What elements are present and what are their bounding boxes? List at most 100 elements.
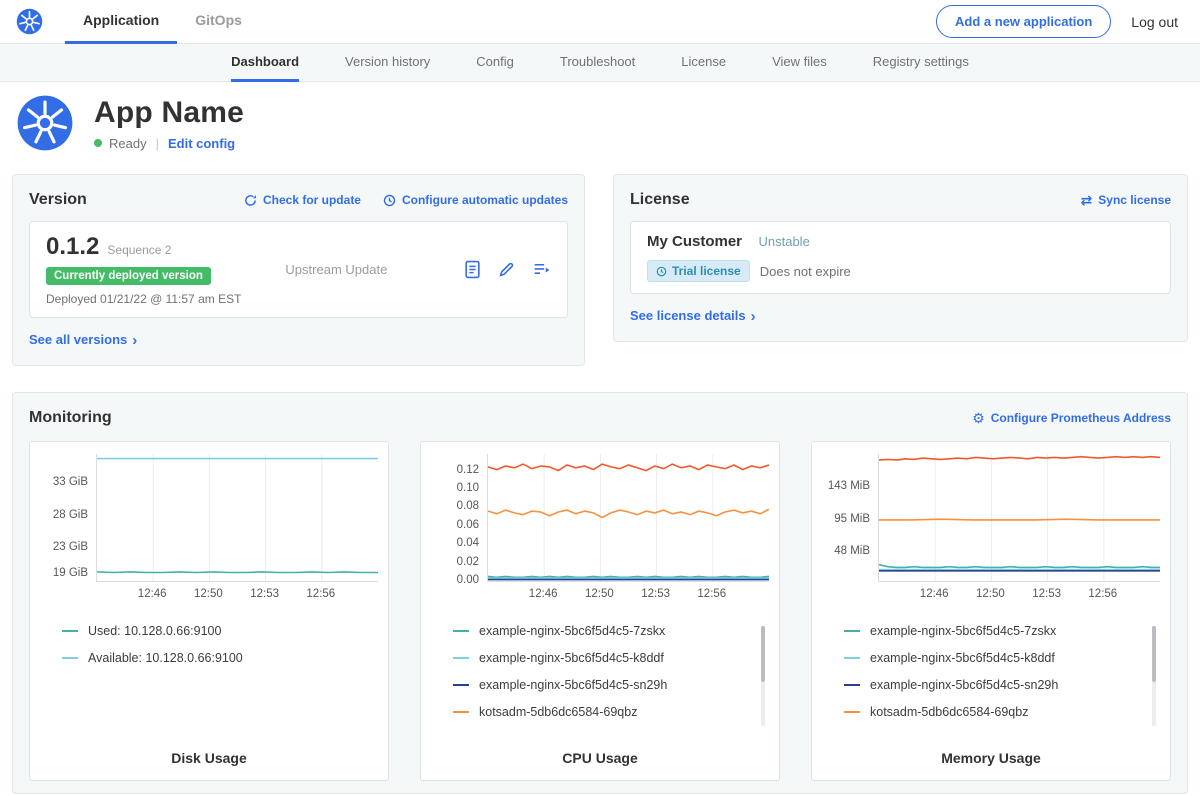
sync-license-label: Sync license bbox=[1098, 193, 1171, 207]
x-tick-label: 12:56 bbox=[1085, 588, 1121, 600]
clock-icon bbox=[656, 266, 667, 277]
status-dot bbox=[94, 139, 102, 147]
x-tick-label: 12:50 bbox=[190, 588, 226, 600]
legend-item-kotsadm-5db6dc6584-69qbz: kotsadm-5db6dc6584-69qbz bbox=[844, 705, 1144, 719]
x-tick-label: 12:50 bbox=[972, 588, 1008, 600]
x-tick-label: 12:53 bbox=[247, 588, 283, 600]
edit-config-icon[interactable] bbox=[497, 260, 516, 279]
schedule-clock-icon bbox=[383, 194, 396, 207]
y-tick-label: 23 GiB bbox=[53, 541, 88, 553]
gear-icon: ⚙ bbox=[972, 411, 985, 425]
legend-item-used-10-128-0-66-9100: Used: 10.128.0.66:9100 bbox=[62, 624, 362, 638]
view-diff-icon[interactable] bbox=[532, 261, 551, 278]
legend-label: example-nginx-5bc6f5d4c5-7zskx bbox=[870, 624, 1056, 638]
x-axis: 12:4612:5012:5312:56 bbox=[96, 588, 378, 608]
plot-area bbox=[487, 454, 769, 582]
legend-label: Available: 10.128.0.66:9100 bbox=[88, 651, 243, 665]
refresh-icon bbox=[244, 194, 257, 207]
y-tick-label: 143 MiB bbox=[828, 480, 870, 492]
topbar-tabs: ApplicationGitOps bbox=[65, 0, 260, 44]
configure-prometheus-label: Configure Prometheus Address bbox=[991, 411, 1171, 425]
series-line-unlabeled bbox=[879, 457, 1160, 460]
edit-config-link[interactable]: Edit config bbox=[168, 136, 235, 151]
charts-row: 33 GiB28 GiB23 GiB19 GiB12:4612:5012:531… bbox=[29, 441, 1171, 781]
legend-label: Used: 10.128.0.66:9100 bbox=[88, 624, 221, 638]
legend-scrollbar[interactable] bbox=[1152, 626, 1156, 682]
configure-prometheus-link[interactable]: ⚙ Configure Prometheus Address bbox=[972, 411, 1171, 425]
tab-troubleshoot[interactable]: Troubleshoot bbox=[560, 44, 635, 82]
check-for-update-link[interactable]: Check for update bbox=[244, 193, 361, 207]
series-line-unlabeled bbox=[488, 464, 769, 471]
topbar-tab-application[interactable]: Application bbox=[65, 0, 177, 44]
customer-name: My Customer bbox=[647, 233, 742, 250]
chevron-right-icon: › bbox=[751, 308, 756, 325]
upstream-update-label: Upstream Update bbox=[241, 262, 464, 277]
legend-swatch bbox=[62, 630, 78, 632]
kubernetes-logo-icon bbox=[16, 8, 43, 35]
x-tick-label: 12:53 bbox=[1029, 588, 1065, 600]
license-type-badge: Trial license bbox=[647, 260, 750, 282]
chart-card-memory-usage: 143 MiB95 MiB48 MiB12:4612:5012:5312:56e… bbox=[811, 441, 1171, 781]
y-tick-label: 0.02 bbox=[457, 556, 479, 568]
legend-item-example-nginx-5bc6f5d4c5-k8ddf: example-nginx-5bc6f5d4c5-k8ddf bbox=[453, 651, 753, 665]
subnav: Dashboard Version history Config Troublesho… bbox=[0, 44, 1200, 82]
release-notes-icon[interactable] bbox=[464, 260, 481, 279]
main-content: Version Check for update Configure autom… bbox=[0, 168, 1200, 794]
add-application-button[interactable]: Add a new application bbox=[936, 5, 1111, 38]
monitoring-panel: Monitoring ⚙ Configure Prometheus Addres… bbox=[12, 392, 1188, 794]
app-icon bbox=[16, 94, 74, 152]
version-number: 0.1.2 bbox=[46, 233, 99, 260]
configure-automatic-updates-label: Configure automatic updates bbox=[402, 193, 568, 207]
see-license-details-link[interactable]: See license details › bbox=[630, 307, 756, 324]
see-all-versions-label: See all versions bbox=[29, 332, 127, 347]
y-axis: 33 GiB28 GiB23 GiB19 GiB bbox=[40, 454, 96, 582]
series-line-example-nginx-5bc6f5d4c5-7zskx bbox=[879, 565, 1160, 568]
legend-label: example-nginx-5bc6f5d4c5-sn29h bbox=[479, 678, 667, 692]
y-tick-label: 33 GiB bbox=[53, 476, 88, 488]
x-axis: 12:4612:5012:5312:56 bbox=[487, 588, 769, 608]
y-tick-label: 0.10 bbox=[457, 482, 479, 494]
chart-title: Memory Usage bbox=[822, 750, 1160, 768]
configure-automatic-updates-link[interactable]: Configure automatic updates bbox=[383, 193, 568, 207]
legend-swatch bbox=[844, 657, 860, 659]
tab-config[interactable]: Config bbox=[476, 44, 514, 82]
divider: | bbox=[156, 136, 159, 151]
chart-title: CPU Usage bbox=[431, 750, 769, 768]
tab-license[interactable]: License bbox=[681, 44, 726, 82]
tab-dashboard[interactable]: Dashboard bbox=[231, 44, 299, 82]
x-tick-label: 12:56 bbox=[694, 588, 730, 600]
x-tick-label: 12:53 bbox=[638, 588, 674, 600]
license-type-label: Trial license bbox=[672, 264, 741, 278]
y-tick-label: 19 GiB bbox=[53, 567, 88, 579]
series-line-used-10-128-0-66-9100 bbox=[97, 572, 378, 573]
x-tick-label: 12:50 bbox=[581, 588, 617, 600]
tab-registry-settings[interactable]: Registry settings bbox=[873, 44, 969, 82]
see-all-versions-link[interactable]: See all versions › bbox=[29, 331, 137, 348]
chevron-right-icon: › bbox=[132, 332, 137, 349]
tab-version-history[interactable]: Version history bbox=[345, 44, 430, 82]
legend-swatch bbox=[453, 711, 469, 713]
y-tick-label: 0.06 bbox=[457, 519, 479, 531]
x-tick-label: 12:46 bbox=[134, 588, 170, 600]
y-tick-label: 0.04 bbox=[457, 537, 479, 549]
y-tick-label: 0.08 bbox=[457, 500, 479, 512]
y-tick-label: 0.12 bbox=[457, 464, 479, 476]
y-axis: 0.120.100.080.060.040.020.00 bbox=[431, 454, 487, 582]
version-card-title: Version bbox=[29, 191, 87, 209]
sync-license-link[interactable]: ⇄ Sync license bbox=[1076, 192, 1171, 209]
legend-swatch bbox=[453, 684, 469, 686]
chart-title: Disk Usage bbox=[40, 750, 378, 768]
logout-link[interactable]: Log out bbox=[1131, 14, 1178, 30]
chart-card-cpu-usage: 0.120.100.080.060.040.020.0012:4612:5012… bbox=[420, 441, 780, 781]
legend-scrollbar[interactable] bbox=[761, 626, 765, 682]
see-license-details-label: See license details bbox=[630, 308, 746, 323]
channel-label: Unstable bbox=[758, 234, 809, 249]
topbar-tab-gitops[interactable]: GitOps bbox=[177, 0, 260, 44]
monitoring-title: Monitoring bbox=[29, 409, 112, 427]
plot-area bbox=[96, 454, 378, 582]
tab-view-files[interactable]: View files bbox=[772, 44, 827, 82]
legend-label: example-nginx-5bc6f5d4c5-7zskx bbox=[479, 624, 665, 638]
legend-item-example-nginx-5bc6f5d4c5-k8ddf: example-nginx-5bc6f5d4c5-k8ddf bbox=[844, 651, 1144, 665]
series-line-kotsadm-5db6dc6584-69qbz bbox=[488, 509, 769, 517]
license-card: License ⇄ Sync license My Customer Unsta… bbox=[613, 174, 1188, 342]
